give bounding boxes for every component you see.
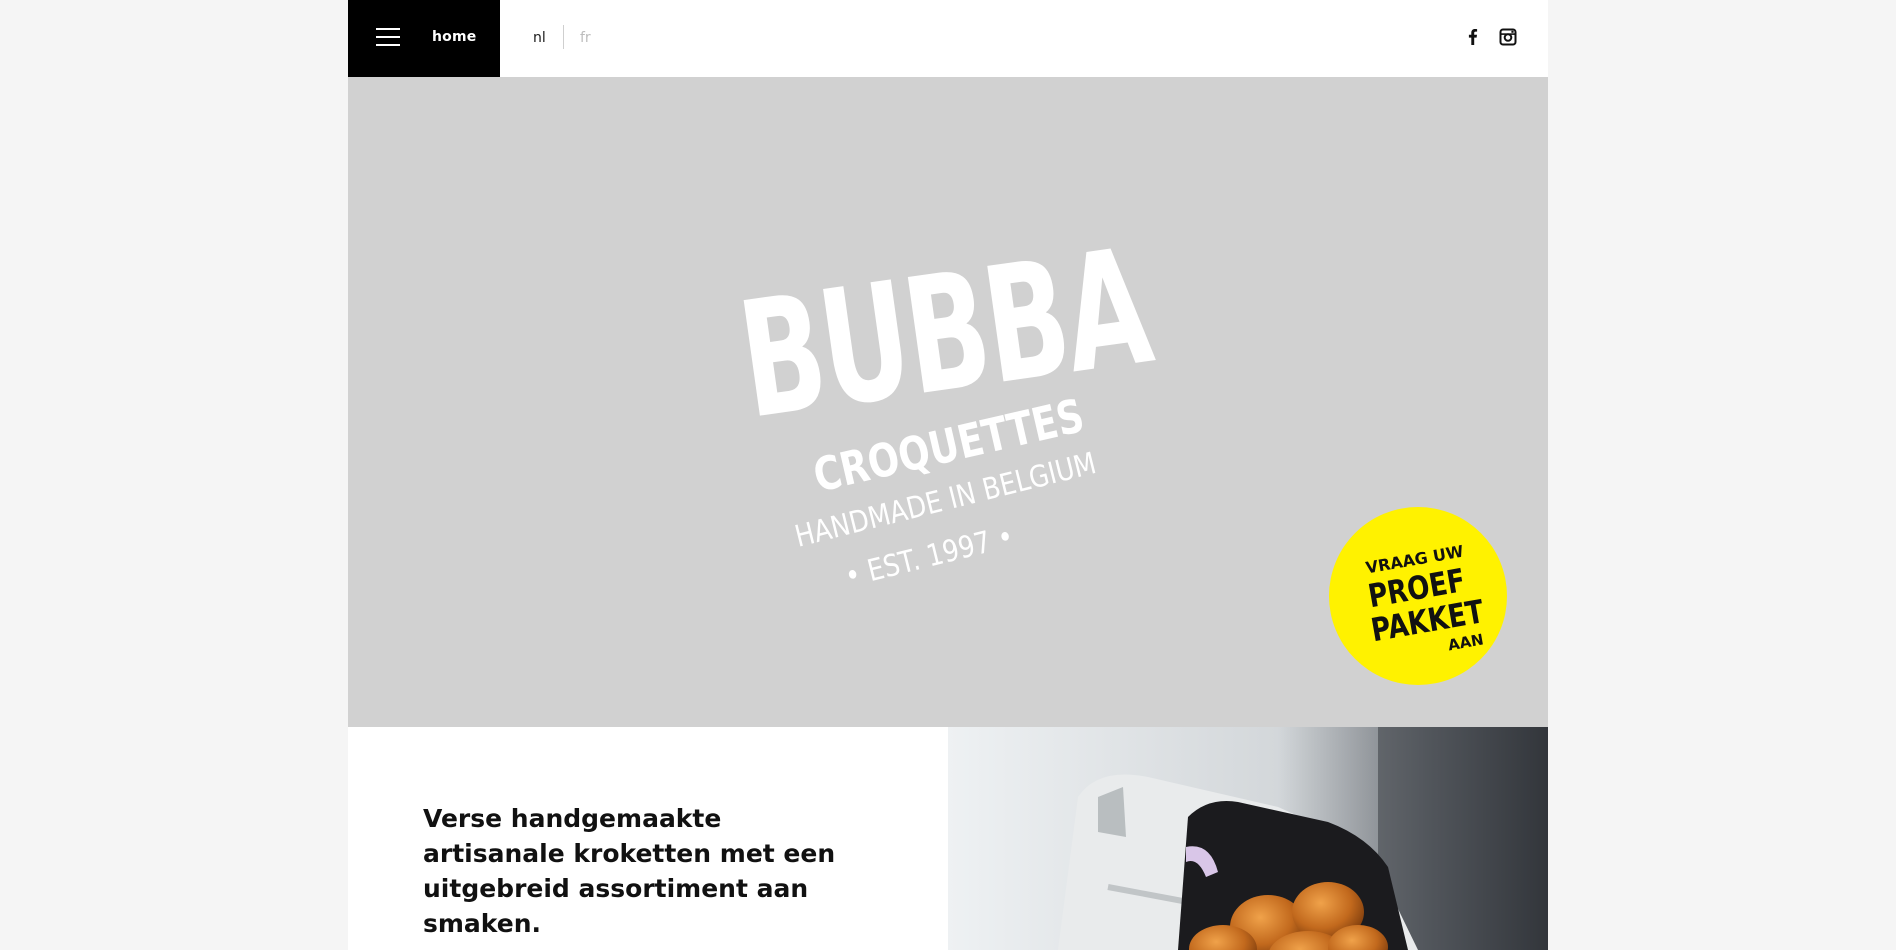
- hamburger-icon: [376, 28, 400, 46]
- proefpakket-badge-button[interactable]: VRAAG UW PROEF PAKKET AAN: [1329, 507, 1507, 685]
- language-divider: [563, 25, 564, 49]
- intro-text: Verse handgemaakte artisanale kroketten …: [423, 804, 836, 938]
- hero-banner: BUBBA CROQUETTES HANDMADE IN BELGIUM • E…: [348, 77, 1548, 727]
- facebook-icon[interactable]: [1463, 27, 1483, 47]
- instagram-icon[interactable]: [1498, 27, 1518, 47]
- language-nl-link[interactable]: nl: [533, 30, 546, 46]
- menu-toggle-button[interactable]: home: [348, 0, 500, 77]
- menu-label: home: [432, 29, 477, 45]
- intro-section: Verse handgemaakte artisanale kroketten …: [348, 727, 948, 950]
- language-fr-link[interactable]: fr: [580, 30, 591, 46]
- site-header: home nl fr: [348, 0, 1548, 77]
- croquettes-photo: [948, 727, 1548, 950]
- page: home nl fr BUBBA CROQUETTES HANDMADE IN …: [348, 0, 1548, 950]
- bubba-logo: BUBBA CROQUETTES HANDMADE IN BELGIUM • E…: [729, 202, 1168, 602]
